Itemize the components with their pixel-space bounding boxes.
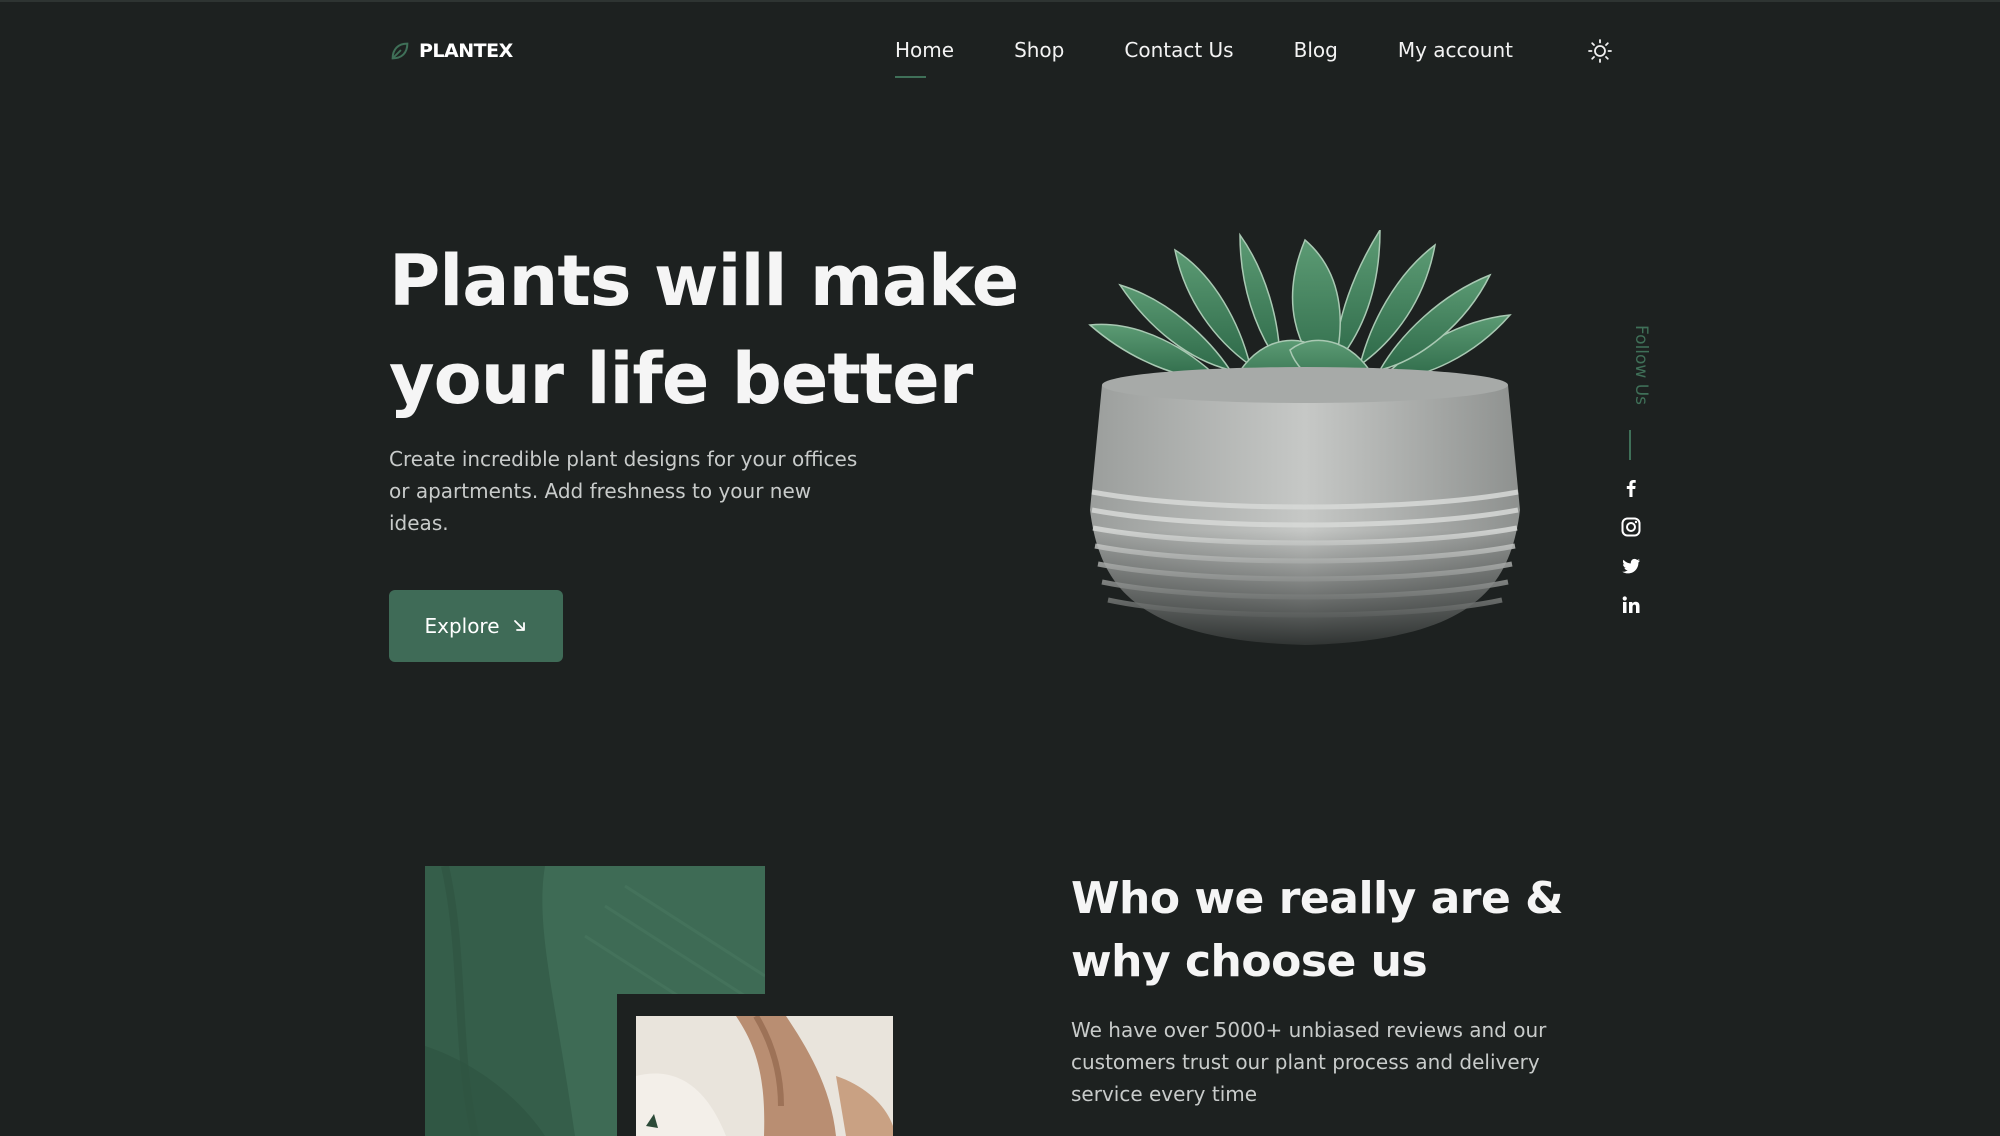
about-title: Who we really are & why choose us [1071,873,1564,987]
instagram-icon[interactable] [1620,516,1642,538]
succulent-pot-image [1080,230,1530,660]
brand-name: PLANTEX [419,40,513,62]
hero-description: Create incredible plant designs for your… [389,447,858,535]
linkedin-icon[interactable] [1620,594,1642,616]
nav-item-my-account[interactable]: My account [1398,38,1513,62]
arrow-down-right-icon [513,620,525,631]
about-description: We have over 5000+ unbiased reviews and … [1071,1018,1547,1106]
top-border [0,0,2000,2]
leaf-icon [391,42,409,60]
main-nav: Home Shop Contact Us Blog My account [895,38,1573,78]
site-header: PLANTEX Home Shop Contact Us Blog My acc… [389,36,1613,86]
follow-divider [1629,430,1631,460]
nav-item-blog[interactable]: Blog [1294,38,1338,62]
hero-title: Plants will make your life better [389,240,1019,420]
follow-us-label: Follow Us [1631,325,1651,406]
nav-item-home[interactable]: Home [895,38,954,78]
brand-logo[interactable]: PLANTEX [389,40,513,62]
facebook-icon[interactable] [1620,477,1642,499]
explore-button[interactable]: Explore [389,590,563,662]
explore-button-label: Explore [424,614,500,638]
twitter-icon[interactable] [1620,555,1642,577]
about-image-secondary [636,1016,893,1136]
nav-item-shop[interactable]: Shop [1014,38,1064,62]
sun-icon[interactable] [1587,38,1613,64]
nav-item-contact-us[interactable]: Contact Us [1124,38,1233,62]
